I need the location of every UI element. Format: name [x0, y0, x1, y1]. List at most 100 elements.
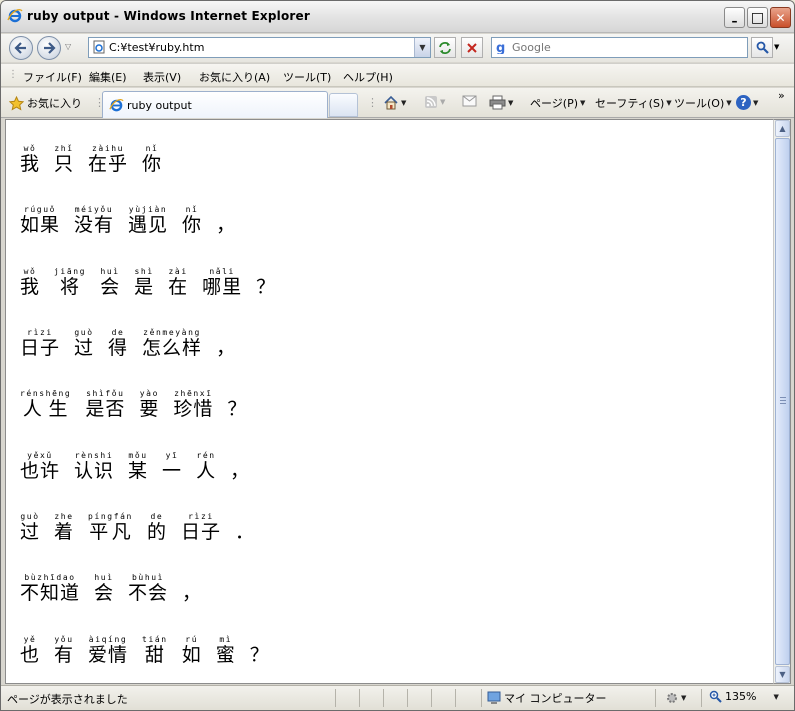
ruby-line: 如果rúguǒ 没有méiyǒu 遇见yùjiàn 你nǐ ，: [20, 205, 236, 237]
address-bar[interactable]: ▼: [88, 37, 431, 58]
menu-file[interactable]: ファイル(F): [23, 69, 82, 85]
ruby-word: 是否shìfǒu: [85, 389, 126, 420]
mail-button[interactable]: [462, 95, 477, 107]
toolbar-overflow-icon[interactable]: »: [778, 89, 785, 102]
ruby-base: 认识: [74, 460, 115, 482]
ruby-pinyin: huì: [94, 573, 115, 582]
help-dropdown-icon: ▼: [753, 98, 759, 107]
scroll-down-button[interactable]: ▼: [775, 666, 790, 683]
menu-edit[interactable]: 編集(E): [89, 69, 127, 85]
status-divider: [655, 689, 656, 707]
ruby-word: 甜tián: [142, 635, 168, 666]
ruby-word: 在乎zàihu: [88, 144, 129, 175]
refresh-button[interactable]: [434, 37, 456, 58]
rss-feed-icon: [425, 96, 437, 108]
search-box[interactable]: g: [491, 37, 748, 58]
ruby-base: 会: [94, 582, 115, 604]
ruby-pinyin: zàihu: [88, 144, 129, 153]
ruby-base: 要: [139, 398, 160, 420]
safety-menu-button[interactable]: セーフティ(S) ▼: [595, 95, 672, 111]
vertical-scrollbar[interactable]: ▲ ▼: [773, 119, 791, 684]
ruby-base: 是否: [85, 398, 126, 420]
search-options-icon[interactable]: ▼: [774, 43, 779, 51]
ruby-base: 得: [108, 337, 129, 359]
ruby-word: 要yào: [139, 389, 160, 420]
punctuation: ？: [256, 276, 277, 298]
forward-button[interactable]: [37, 36, 61, 60]
maximize-icon: □: [750, 9, 765, 26]
ruby-pinyin: de: [108, 328, 129, 337]
ruby-base: 如: [181, 644, 202, 666]
scroll-thumb[interactable]: [775, 138, 790, 665]
feeds-dropdown-icon: ▼: [440, 98, 446, 106]
page-menu-button[interactable]: ページ(P) ▼: [530, 95, 585, 111]
printer-icon: [489, 95, 506, 110]
menu-view[interactable]: 表示(V): [143, 69, 181, 85]
ruby-word: 过guò: [74, 328, 94, 359]
punctuation: ，: [216, 214, 237, 236]
ruby-pinyin: shìfǒu: [85, 389, 126, 398]
ruby-word: 会huì: [100, 267, 120, 298]
home-button[interactable]: ▼: [383, 95, 406, 110]
menu-tools[interactable]: ツール(T): [283, 69, 331, 85]
ruby-line: 人生rénshēng 是否shìfǒu 要yào 珍惜zhēnxī ？: [20, 389, 247, 421]
ruby-word: 你nǐ: [142, 144, 162, 175]
security-zone[interactable]: マイ コンピューター: [487, 690, 607, 706]
ruby-word: 珍惜zhēnxī: [173, 389, 213, 420]
ruby-base: 一: [162, 460, 183, 482]
menu-favorites[interactable]: お気に入り(A): [199, 69, 270, 85]
address-row: ▽ ▼ g: [1, 34, 794, 62]
favorites-button[interactable]: お気に入り: [9, 95, 82, 111]
address-dropdown-button[interactable]: ▼: [414, 38, 430, 57]
arrow-up-icon: ▲: [779, 124, 786, 133]
maximize-button[interactable]: □: [747, 7, 768, 28]
ruby-word: 哪里nǎli: [202, 267, 242, 298]
menu-bar: ⋮ ファイル(F) 編集(E) 表示(V) お気に入り(A) ツール(T) ヘル…: [1, 63, 794, 87]
close-button[interactable]: ✕: [770, 7, 791, 28]
menu-help[interactable]: ヘルプ(H): [343, 69, 393, 85]
ruby-pinyin: rìzi: [180, 512, 221, 521]
ruby-base: 在乎: [88, 153, 129, 175]
protected-mode-button[interactable]: ▼: [665, 691, 686, 705]
history-dropdown-icon[interactable]: ▽: [65, 42, 71, 51]
ruby-base: 你: [182, 214, 203, 236]
ruby-word: 不知道bùzhīdao: [20, 573, 80, 604]
ruby-pinyin: bùzhīdao: [20, 573, 80, 582]
minimize-button[interactable]: –: [724, 7, 745, 28]
ruby-base: 也许: [20, 460, 61, 482]
new-tab-button[interactable]: [329, 93, 358, 117]
window-title: ruby output - Windows Internet Explorer: [27, 9, 310, 23]
ruby-pinyin: zhǐ: [54, 144, 75, 153]
status-text: ページが表示されました: [7, 693, 128, 706]
tab-label: ruby output: [127, 99, 192, 112]
help-menu-button[interactable]: ? ▼: [736, 95, 758, 110]
ruby-pinyin: bùhuì: [128, 573, 169, 582]
zoom-control[interactable]: 135% ▼: [709, 690, 779, 703]
ruby-word: 如rú: [181, 635, 202, 666]
ruby-word: 蜜mì: [215, 635, 236, 666]
status-divider: [701, 689, 702, 707]
tools-menu-button[interactable]: ツール(O) ▼: [674, 95, 732, 111]
favorites-label: お気に入り: [27, 97, 82, 110]
ruby-base: 蜜: [215, 644, 236, 666]
ruby-pinyin: zài: [168, 267, 189, 276]
back-button[interactable]: [9, 36, 33, 60]
tab-ruby-output[interactable]: ruby output: [102, 91, 328, 118]
punctuation: ．: [234, 521, 255, 543]
zoom-dropdown-icon: ▼: [773, 692, 779, 701]
ruby-base: 日子: [20, 337, 61, 359]
scroll-up-button[interactable]: ▲: [775, 120, 790, 137]
punctuation: ？: [249, 644, 270, 666]
search-button[interactable]: [751, 37, 773, 58]
ruby-base: 不会: [128, 582, 169, 604]
ruby-word: 得de: [108, 328, 129, 359]
feeds-button[interactable]: ▼: [424, 95, 445, 109]
toolbar-grip: ⋮: [367, 96, 378, 109]
status-divider: [455, 689, 456, 707]
browser-window: ruby output - Windows Internet Explorer …: [0, 0, 795, 711]
search-input[interactable]: [512, 39, 742, 56]
stop-button[interactable]: [461, 37, 483, 58]
print-button[interactable]: ▼: [489, 95, 513, 110]
ruby-base: 我: [20, 153, 41, 175]
address-input[interactable]: [109, 39, 409, 56]
